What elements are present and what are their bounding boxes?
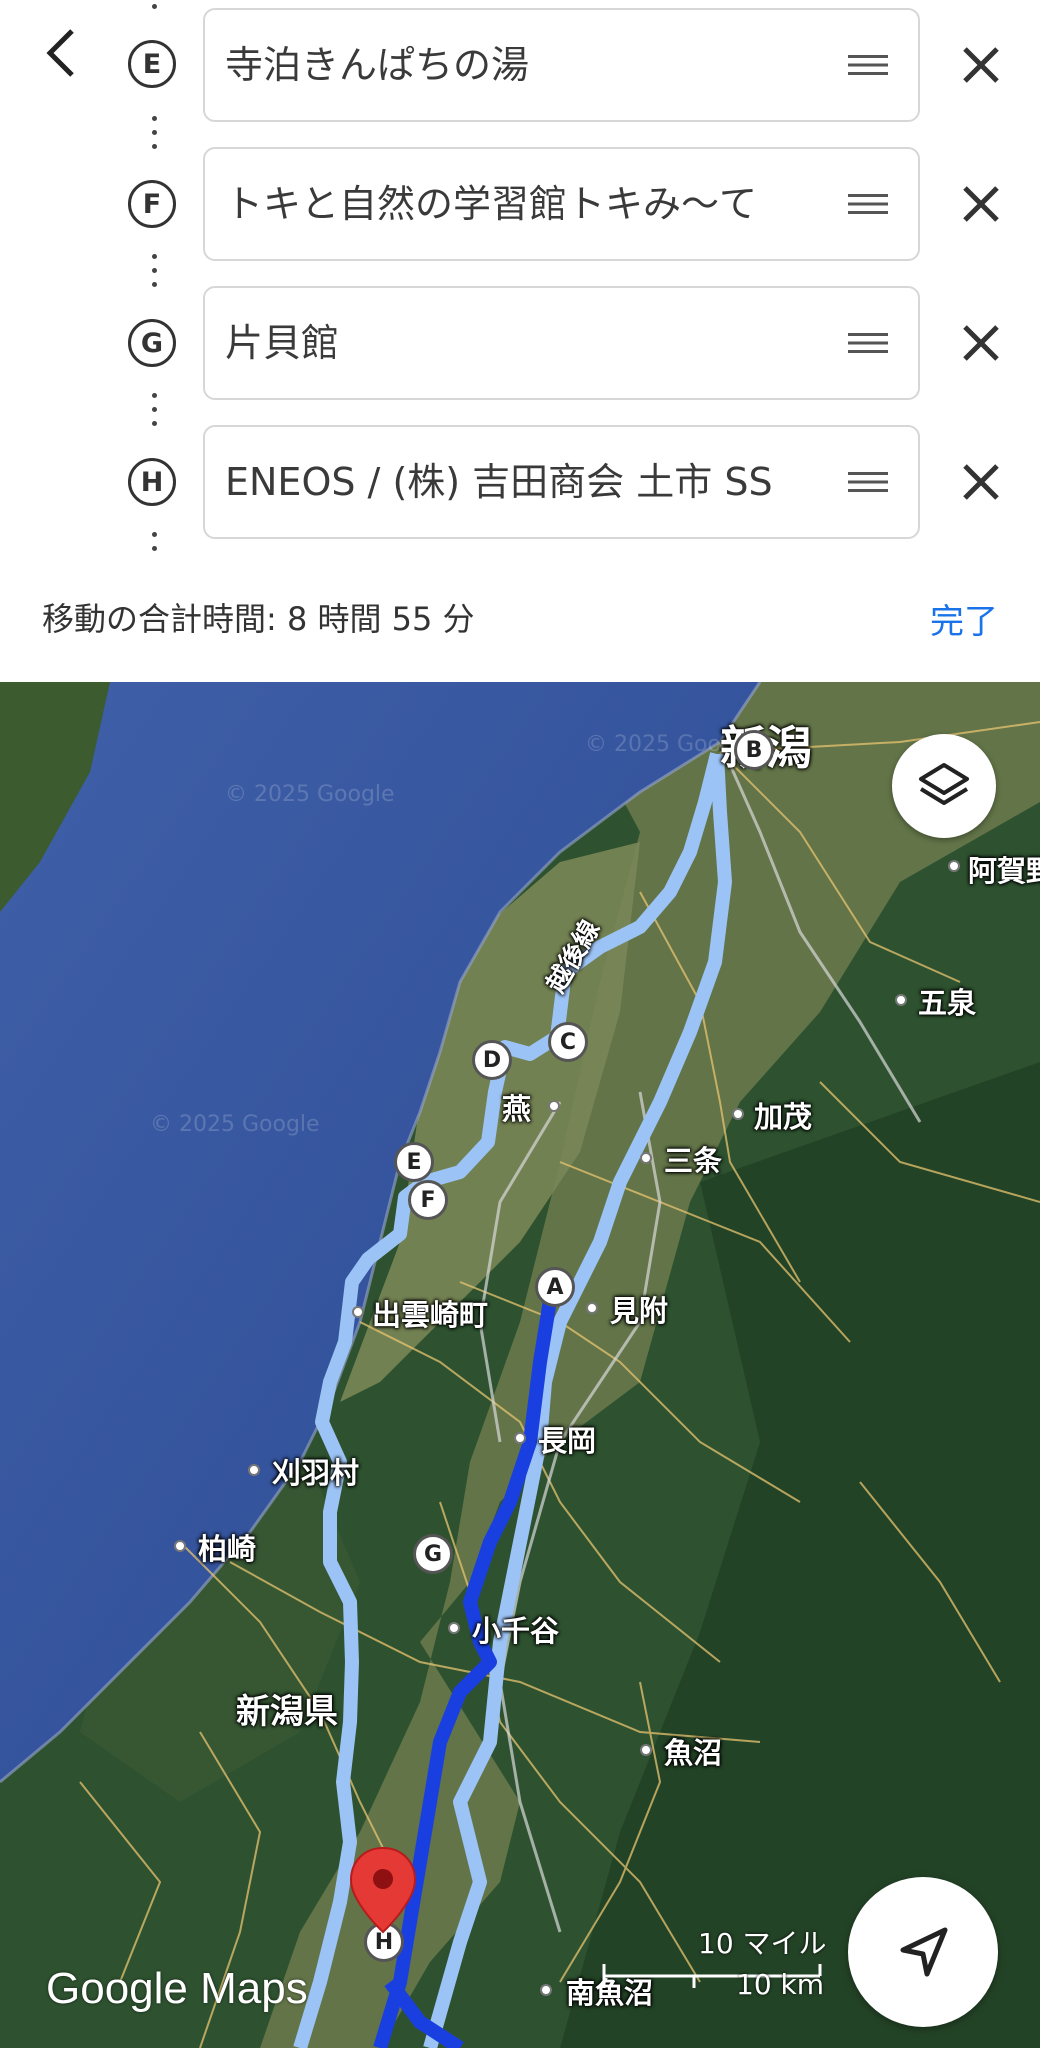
stop-field-e[interactable]: 寺泊きんぱちの湯	[203, 8, 920, 122]
total-travel-time: 移動の合計時間: 8 時間 55 分	[42, 600, 475, 638]
city-label: 見附	[610, 1294, 669, 1328]
city-dot	[540, 1984, 552, 1996]
drag-handle-icon[interactable]	[848, 192, 888, 216]
chevron-left-icon	[46, 29, 74, 77]
remove-stop-e-button[interactable]	[950, 34, 1012, 96]
city-dot	[640, 1152, 652, 1164]
city-label: 五泉	[918, 986, 977, 1020]
close-icon	[963, 47, 999, 83]
prefecture-label: 新潟県	[236, 1692, 338, 1732]
city-label: 魚沼	[664, 1736, 723, 1770]
route-editor-panel: E 寺泊きんぱちの湯 F トキと自然の学習館トキみ〜て G 片貝館 H ENEO…	[0, 0, 1040, 682]
satellite-map[interactable]: © 2025 Google © 2025 Google © 2025 Googl…	[0, 682, 1040, 2048]
city-dot	[514, 1432, 526, 1444]
layers-icon	[919, 763, 969, 805]
done-button[interactable]: 完了	[930, 594, 998, 643]
route-connector	[150, 116, 158, 158]
stop-name: トキと自然の学習館トキみ〜て	[225, 182, 758, 226]
route-marker-d[interactable]: D	[472, 1040, 512, 1080]
route-marker-b[interactable]: B	[734, 730, 774, 770]
city-dot	[174, 1540, 186, 1552]
map-watermark: © 2025 Google	[150, 1112, 320, 1137]
drag-handle-icon[interactable]	[848, 331, 888, 355]
route-marker-a[interactable]: A	[535, 1267, 575, 1307]
close-icon	[963, 325, 999, 361]
city-dot	[448, 1622, 460, 1634]
city-label: 加茂	[754, 1100, 813, 1134]
route-marker-e[interactable]: E	[394, 1142, 434, 1182]
stop-field-g[interactable]: 片貝館	[203, 286, 920, 400]
stop-marker-h: H	[128, 458, 176, 506]
city-dot	[548, 1100, 560, 1112]
remove-stop-g-button[interactable]	[950, 312, 1012, 374]
map-watermark: © 2025 Google	[225, 782, 395, 807]
close-icon	[963, 186, 999, 222]
scale-miles: 10 マイル	[698, 1927, 827, 1960]
stop-field-f[interactable]: トキと自然の学習館トキみ〜て	[203, 147, 920, 261]
city-dot	[352, 1306, 364, 1318]
stop-marker-e: E	[128, 40, 176, 88]
city-label: 刈羽村	[272, 1456, 360, 1490]
back-button[interactable]	[30, 18, 90, 88]
stop-marker-g: G	[128, 319, 176, 367]
remove-stop-f-button[interactable]	[950, 173, 1012, 235]
close-icon	[963, 464, 999, 500]
stop-name: 片貝館	[225, 321, 340, 365]
city-label: 燕	[502, 1092, 532, 1126]
city-label: 出雲崎町	[372, 1298, 489, 1332]
city-dot	[248, 1464, 260, 1476]
drag-handle-icon[interactable]	[848, 53, 888, 77]
city-label: 小千谷	[472, 1614, 560, 1648]
route-connector	[150, 393, 158, 435]
destination-pin-icon[interactable]	[348, 1846, 418, 1936]
scale-km: 10 km	[736, 1968, 825, 2001]
city-dot	[948, 860, 960, 872]
city-dot	[586, 1302, 598, 1314]
stop-name: 寺泊きんぱちの湯	[225, 43, 530, 87]
navigation-arrow-icon	[900, 1927, 948, 1977]
route-marker-g[interactable]: G	[413, 1534, 453, 1574]
city-dot	[732, 1108, 744, 1120]
city-label: 長岡	[538, 1424, 597, 1458]
route-connector	[150, 4, 158, 18]
start-navigation-button[interactable]	[848, 1877, 998, 2027]
stop-name: ENEOS / (株) 吉田商会 土市 SS	[225, 460, 773, 504]
map-terrain	[0, 682, 1040, 2048]
city-label: 阿賀野	[968, 854, 1040, 888]
route-marker-c[interactable]: C	[548, 1022, 588, 1062]
city-dot	[640, 1744, 652, 1756]
drag-handle-icon[interactable]	[848, 470, 888, 494]
stop-field-h[interactable]: ENEOS / (株) 吉田商会 土市 SS	[203, 425, 920, 539]
google-maps-logo: Google Maps	[46, 1964, 308, 2013]
remove-stop-h-button[interactable]	[950, 451, 1012, 513]
layers-button[interactable]	[892, 734, 996, 838]
stop-marker-f: F	[128, 180, 176, 228]
route-connector	[150, 254, 158, 296]
city-label: 三条	[664, 1144, 723, 1178]
route-connector	[150, 532, 158, 560]
city-label: 柏崎	[198, 1532, 257, 1566]
route-marker-f[interactable]: F	[408, 1180, 448, 1220]
city-dot	[895, 994, 907, 1006]
